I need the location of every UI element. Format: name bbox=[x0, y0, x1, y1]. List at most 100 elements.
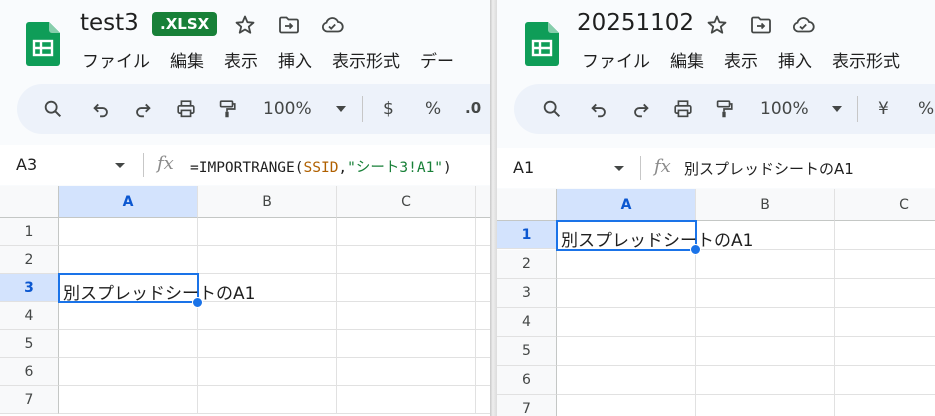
row-header-3[interactable]: 3 bbox=[497, 279, 557, 308]
menu-format[interactable]: 表示形式 bbox=[832, 47, 900, 72]
row-header-7[interactable]: 7 bbox=[0, 386, 59, 414]
row-header-7[interactable]: 7 bbox=[497, 395, 557, 416]
zoom-dropdown-icon[interactable] bbox=[832, 106, 842, 112]
grid-cell[interactable] bbox=[835, 366, 935, 395]
grid-cell[interactable] bbox=[59, 218, 198, 246]
print-icon[interactable] bbox=[671, 97, 695, 121]
row-header-6[interactable]: 6 bbox=[497, 366, 557, 395]
grid-cell[interactable] bbox=[337, 246, 476, 274]
column-header-c[interactable]: C bbox=[337, 186, 476, 218]
move-to-folder-icon[interactable] bbox=[277, 13, 301, 37]
document-title[interactable]: test3 bbox=[80, 10, 139, 36]
menu-insert[interactable]: 挿入 bbox=[278, 47, 312, 72]
grid-cell[interactable] bbox=[835, 279, 935, 308]
name-box-dropdown-icon[interactable] bbox=[115, 163, 125, 168]
grid-cell[interactable] bbox=[557, 337, 696, 366]
cell-a3-value[interactable]: 別スプレッドシートのA1 bbox=[63, 279, 255, 304]
grid-cell[interactable] bbox=[696, 250, 835, 279]
grid-cell[interactable] bbox=[476, 246, 490, 274]
formula-input[interactable]: =IMPORTRANGE(SSID,"シート3!A1") bbox=[190, 156, 452, 177]
grid-cell[interactable] bbox=[59, 246, 198, 274]
menu-edit[interactable]: 編集 bbox=[170, 47, 204, 72]
grid-cell[interactable] bbox=[557, 395, 696, 416]
grid-cell[interactable] bbox=[198, 330, 337, 358]
grid-cell[interactable] bbox=[59, 330, 198, 358]
name-box[interactable]: A1 bbox=[513, 158, 534, 177]
menu-view[interactable]: 表示 bbox=[224, 47, 258, 72]
grid-cell[interactable] bbox=[835, 221, 935, 250]
row-header-5[interactable]: 5 bbox=[497, 337, 557, 366]
grid-cell[interactable] bbox=[337, 274, 476, 302]
grid-cell[interactable] bbox=[59, 386, 198, 414]
undo-icon[interactable] bbox=[89, 97, 113, 121]
select-all-corner[interactable] bbox=[497, 189, 557, 221]
cloud-saved-icon[interactable] bbox=[791, 13, 815, 37]
currency-format-button[interactable]: ¥ bbox=[878, 99, 889, 119]
document-title[interactable]: 20251102 bbox=[577, 10, 694, 36]
grid-cell[interactable] bbox=[696, 395, 835, 416]
row-header-5[interactable]: 5 bbox=[0, 330, 59, 358]
sheets-logo[interactable] bbox=[525, 22, 559, 66]
search-icon[interactable] bbox=[41, 97, 65, 121]
grid-cell[interactable] bbox=[198, 246, 337, 274]
percent-format-button[interactable]: % bbox=[425, 99, 441, 119]
sheets-logo[interactable] bbox=[26, 22, 60, 66]
menu-view[interactable]: 表示 bbox=[724, 47, 758, 72]
print-icon[interactable] bbox=[174, 97, 198, 121]
grid-cell[interactable] bbox=[696, 366, 835, 395]
grid-cell[interactable] bbox=[337, 386, 476, 414]
grid-cell[interactable] bbox=[557, 308, 696, 337]
grid-cell[interactable] bbox=[59, 358, 198, 386]
star-icon[interactable] bbox=[233, 13, 257, 37]
grid-cell[interactable] bbox=[696, 279, 835, 308]
cloud-saved-icon[interactable] bbox=[320, 13, 344, 37]
grid-cell[interactable] bbox=[476, 386, 490, 414]
grid-cell[interactable] bbox=[557, 250, 696, 279]
row-header-4[interactable]: 4 bbox=[497, 308, 557, 337]
fill-handle[interactable] bbox=[192, 297, 203, 308]
zoom-value[interactable]: 100% bbox=[760, 99, 809, 119]
paint-format-icon[interactable] bbox=[712, 97, 736, 121]
column-header-a[interactable]: A bbox=[557, 189, 696, 221]
currency-format-button[interactable]: $ bbox=[383, 99, 394, 119]
grid-cell[interactable] bbox=[198, 386, 337, 414]
formula-input[interactable]: 別スプレッドシートのA1 bbox=[684, 158, 854, 179]
grid-cell[interactable] bbox=[59, 302, 198, 330]
row-header-1[interactable]: 1 bbox=[0, 218, 59, 246]
grid-cell[interactable] bbox=[696, 337, 835, 366]
grid-cell[interactable] bbox=[476, 302, 490, 330]
undo-icon[interactable] bbox=[587, 97, 611, 121]
zoom-value[interactable]: 100% bbox=[263, 99, 312, 119]
grid-cell[interactable] bbox=[557, 366, 696, 395]
name-box[interactable]: A3 bbox=[16, 155, 37, 174]
menu-format[interactable]: 表示形式 bbox=[332, 47, 400, 72]
search-icon[interactable] bbox=[540, 97, 564, 121]
row-header-1[interactable]: 1 bbox=[497, 221, 557, 249]
row-header-2[interactable]: 2 bbox=[0, 246, 59, 274]
decrease-decimal-button[interactable]: .0 bbox=[465, 99, 481, 117]
column-header-c[interactable]: C bbox=[835, 189, 935, 221]
grid-cell[interactable] bbox=[696, 308, 835, 337]
grid-cell[interactable] bbox=[835, 395, 935, 416]
row-header-3[interactable]: 3 bbox=[0, 274, 59, 302]
zoom-dropdown-icon[interactable] bbox=[336, 106, 346, 112]
select-all-corner[interactable] bbox=[0, 186, 59, 218]
grid-cell[interactable] bbox=[337, 218, 476, 246]
move-to-folder-icon[interactable] bbox=[749, 13, 773, 37]
menu-insert[interactable]: 挿入 bbox=[778, 47, 812, 72]
column-header-b[interactable]: B bbox=[696, 189, 835, 221]
menu-edit[interactable]: 編集 bbox=[670, 47, 704, 72]
grid-cell[interactable] bbox=[557, 279, 696, 308]
grid-cell[interactable] bbox=[835, 308, 935, 337]
grid-cell[interactable] bbox=[476, 274, 490, 302]
grid-cell[interactable] bbox=[835, 337, 935, 366]
column-header-a[interactable]: A bbox=[59, 186, 198, 218]
grid-cell[interactable] bbox=[198, 302, 337, 330]
menu-file[interactable]: ファイル bbox=[82, 47, 150, 72]
paint-format-icon[interactable] bbox=[215, 97, 239, 121]
menu-file[interactable]: ファイル bbox=[582, 47, 650, 72]
grid-cell[interactable] bbox=[476, 330, 490, 358]
grid-cell[interactable] bbox=[835, 250, 935, 279]
grid-cell[interactable] bbox=[476, 358, 490, 386]
grid-cell[interactable] bbox=[337, 302, 476, 330]
